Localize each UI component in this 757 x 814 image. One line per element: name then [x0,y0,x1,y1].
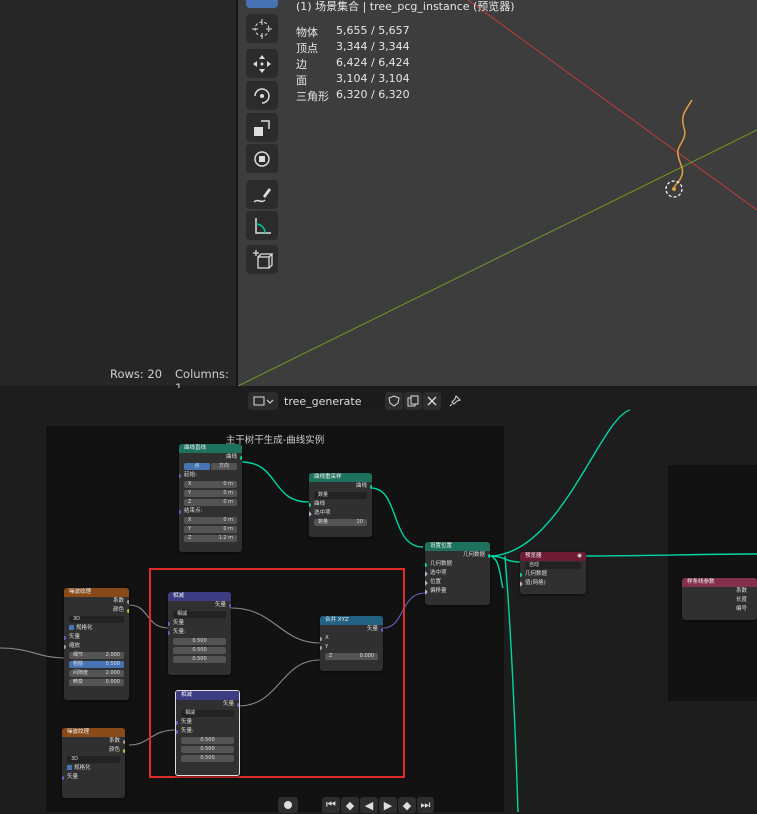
move-icon[interactable] [246,49,278,78]
node-curve-line[interactable]: 曲线直线 曲线 点 方向 起始: X0 m Y0 m Z0 m 结束点: X0 … [179,444,242,552]
x-axis-line [467,0,757,211]
stat-label: 边 [296,58,307,71]
rotate-icon[interactable] [246,81,278,110]
stat-label: 物体 [296,26,318,39]
stat-value: 5,655 / 5,657 [336,24,410,37]
transform-icon[interactable] [246,144,278,173]
next-keyframe-icon[interactable]: ◆ [398,797,416,813]
stat-label: 顶点 [296,42,318,55]
add-cube-icon[interactable] [246,245,278,274]
node-resample-curve[interactable]: 曲线重采样 曲线 数量 曲线 选中项 数量 20 [309,473,372,537]
node-noise-texture[interactable]: 噪波纹理 系数 颜色 3D 规格化 矢量 缩放 细节 2.000 粗糙 0.500 … [64,588,129,700]
node-noise-texture-2[interactable]: 噪波纹理 系数 颜色 3D 规格化 矢量 [62,728,125,798]
node-vector-subtract-2[interactable]: 相减 矢量 相减 矢量 矢量: 0.500 0.500 0.500 [175,690,240,776]
checkbox-icon[interactable] [69,625,74,630]
node-editor[interactable]: tree_generate 主干树干生成-曲线实例 曲线直线 曲线 点 方向 起… [0,388,757,812]
stat-value: 6,424 / 6,424 [336,56,410,69]
prev-keyframe-icon[interactable]: ◆ [341,797,359,813]
node-set-position[interactable]: 设置位置 几何数据 几何数据 选中项 位置 偏移量 [425,542,490,605]
y-axis-line [238,129,757,386]
scale-icon[interactable] [246,113,278,142]
stat-value: 3,104 / 3,104 [336,72,410,85]
checkbox-icon[interactable] [67,765,72,770]
annotate-icon[interactable] [246,180,278,209]
play-icon[interactable]: ▶ [379,797,397,813]
stat-label: 三角形 [296,90,329,103]
node-spline-parameter[interactable]: 样条线参数 系数 长度 编号 [682,578,757,620]
jump-end-icon[interactable]: ⏭ [417,797,434,813]
node-vector-subtract[interactable]: 相减 矢量 相减 矢量 矢量: 0.500 0.500 0.500 [168,592,231,675]
jump-start-icon[interactable]: ⏮ [322,797,340,813]
spreadsheet-panel: Rows: 20 Columns: 1 [0,0,236,395]
stat-value: 6,320 / 6,320 [336,88,410,101]
stat-label: 面 [296,74,307,87]
spreadsheet-footer: Rows: 20 Columns: 1 [0,362,236,395]
3d-viewport[interactable]: (1) 场景集合 | tree_pcg_instance (预览器) [238,0,757,386]
measure-icon[interactable] [246,211,278,240]
rows-count: Rows: 20 [110,367,163,381]
record-icon[interactable] [278,797,298,813]
playback-controls: ⏮ ◆ ◀ ▶ ◆ ⏭ [278,797,434,814]
cursor-icon[interactable] [246,14,278,43]
viewport-title: (1) 场景集合 | tree_pcg_instance (预览器) [296,0,515,13]
curve-preview [673,99,693,189]
node-combine-xyz[interactable]: 合并 XYZ 矢量 X Y Z 0.000 [320,616,383,671]
eye-icon[interactable]: ◉ [577,552,582,561]
viewport-grid [238,0,757,386]
stat-value: 3,344 / 3,344 [336,40,410,53]
node-viewer[interactable]: 预览器 ◉ 自动 几何数据 值(网格) [520,552,586,594]
select-box-icon[interactable] [246,0,278,8]
play-reverse-icon[interactable]: ◀ [360,797,378,813]
